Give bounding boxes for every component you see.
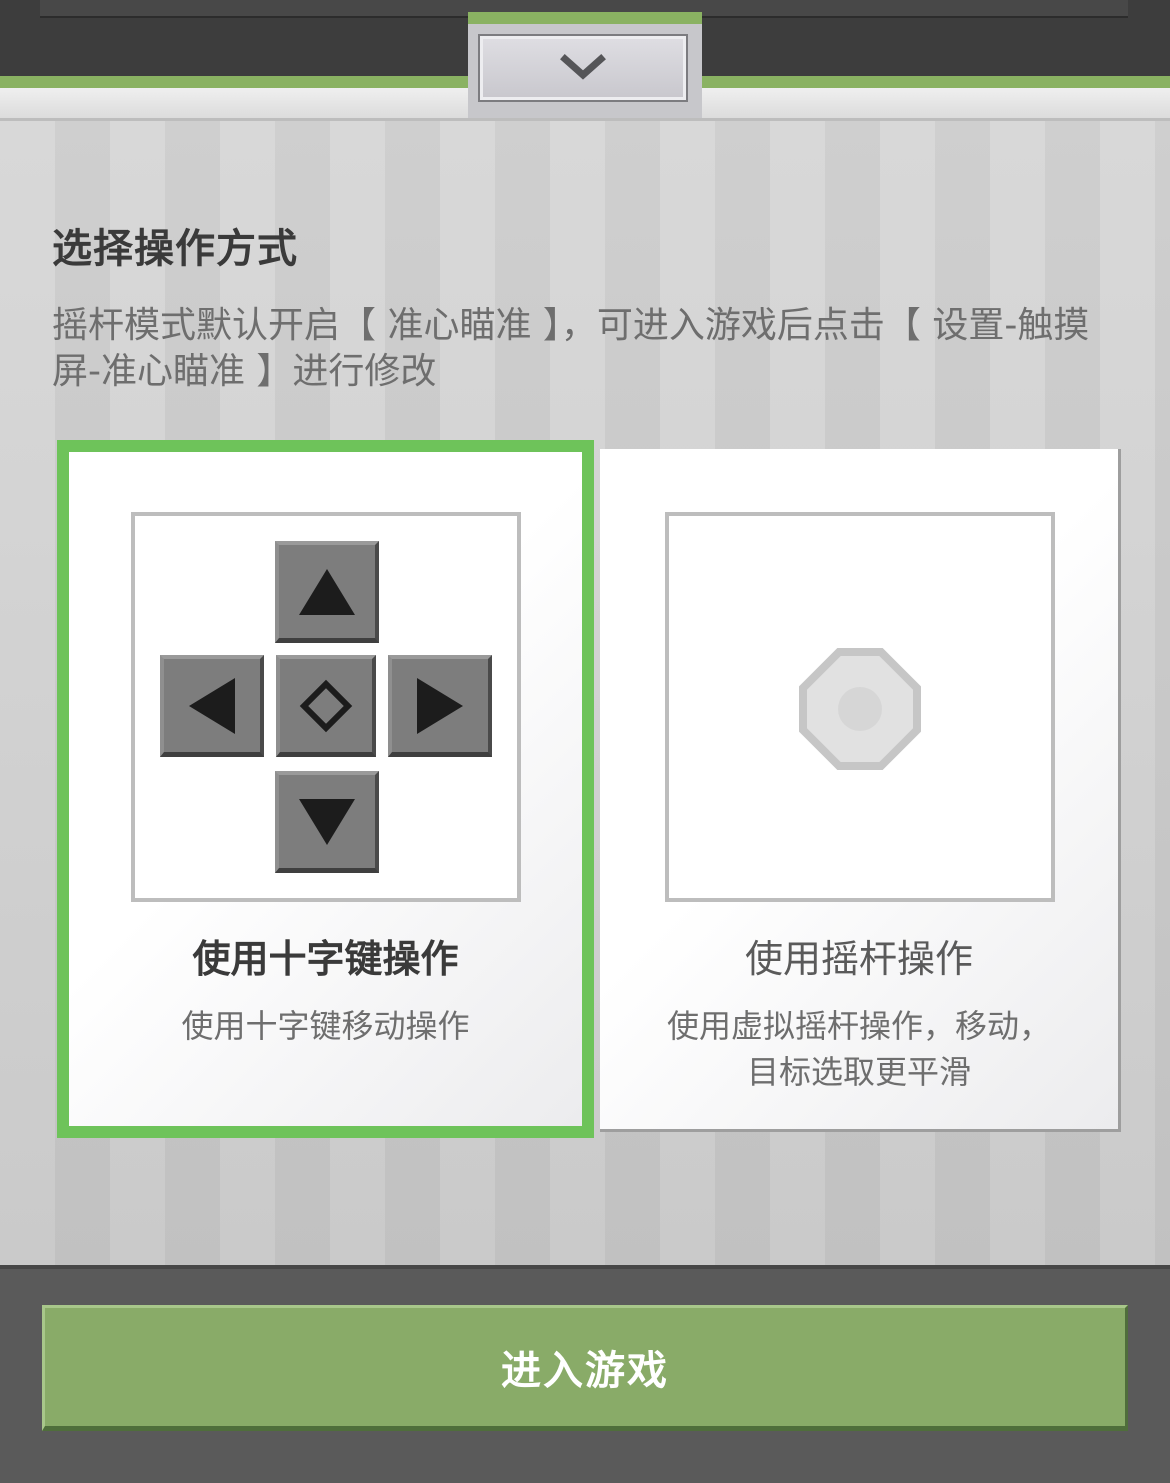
enter-game-label: 进入游戏 <box>501 1348 669 1394</box>
chevron-down-icon <box>560 54 606 80</box>
main-panel: 选择操作方式 摇杆模式默认开启【 准心瞄准 】，可进入游戏后点击【 设置-触摸屏… <box>0 121 1170 1265</box>
dpad-up-icon <box>275 541 379 643</box>
joystick-preview <box>665 512 1055 902</box>
page-title: 选择操作方式 <box>52 226 298 272</box>
option-description-line: 目标选取更平滑 <box>746 1053 971 1091</box>
dpad-right-icon <box>388 655 492 757</box>
collapse-button[interactable] <box>478 34 688 102</box>
footer: 进入游戏 <box>0 1265 1170 1483</box>
collapse-tab <box>468 12 702 118</box>
dpad-center-icon <box>276 655 376 757</box>
dpad-icon <box>135 516 517 898</box>
enter-game-button[interactable]: 进入游戏 <box>42 1305 1128 1431</box>
dpad-down-icon <box>275 771 379 873</box>
option-description: 使用十字键移动操作 <box>181 1007 470 1045</box>
dpad-preview <box>131 512 521 902</box>
option-title: 使用十字键操作 <box>192 937 459 981</box>
dpad-left-icon <box>160 655 264 757</box>
option-title: 使用摇杆操作 <box>744 937 973 981</box>
option-description-line: 使用虚拟摇杆操作，移动， <box>666 1007 1051 1045</box>
joystick-icon <box>799 648 921 770</box>
option-description: 使用虚拟摇杆操作，移动， 目标选取更平滑 <box>600 1003 1118 1095</box>
option-card-dpad[interactable]: 使用十字键操作 使用十字键移动操作 <box>57 440 594 1138</box>
page-description: 摇杆模式默认开启【 准心瞄准 】，可进入游戏后点击【 设置-触摸屏-准心瞄准 】… <box>52 305 1090 392</box>
option-card-joystick[interactable]: 使用摇杆操作 使用虚拟摇杆操作，移动， 目标选取更平滑 <box>600 449 1121 1132</box>
